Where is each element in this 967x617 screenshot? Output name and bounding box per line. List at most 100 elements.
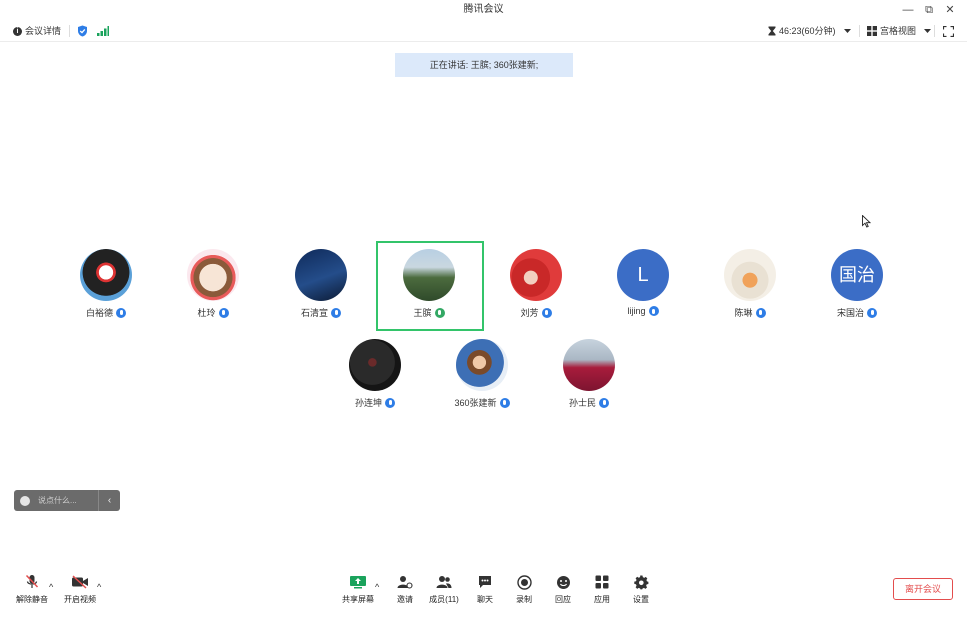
microphone-icon — [867, 307, 877, 318]
video-off-icon — [72, 575, 88, 589]
avatar — [563, 339, 615, 391]
shield-icon — [78, 25, 87, 37]
chat-input-box[interactable]: 说点什么... ‹ — [14, 490, 120, 511]
fullscreen-button[interactable] — [943, 20, 954, 42]
participant-tile[interactable]: L lijing — [590, 242, 696, 332]
apps-grid-icon — [595, 575, 609, 589]
fullscreen-icon — [943, 25, 954, 37]
meeting-toolbar: i 会议详情 46:23(60分钟) 宫格视图 — [0, 20, 967, 42]
settings-button[interactable]: 设置 — [621, 572, 661, 606]
start-video-label: 开启视频 — [64, 595, 96, 604]
hourglass-icon — [768, 26, 776, 36]
participant-tile[interactable]: 刘芳 — [483, 242, 589, 332]
minimize-button[interactable]: — — [899, 0, 917, 20]
window-title: 腾讯会议 — [463, 4, 504, 15]
participant-name: 白裕德 — [85, 308, 113, 318]
signal-bars-icon — [97, 26, 109, 36]
record-button[interactable]: 录制 — [504, 572, 544, 606]
active-speakers-banner: 正在讲话: 王膑; 360张建新; — [395, 53, 573, 77]
participant-name: 宋国治 — [836, 308, 864, 318]
avatar — [295, 249, 347, 301]
chat-placeholder[interactable]: 说点什么... — [38, 495, 77, 506]
participant-name: 杜玲 — [197, 308, 216, 318]
microphone-icon — [331, 307, 341, 318]
share-screen-button[interactable]: 共享屏幕 — [338, 572, 378, 606]
participant-tile[interactable]: 石清宣 — [268, 242, 374, 332]
divider — [859, 25, 860, 37]
members-button[interactable]: 成员(11) — [424, 572, 464, 606]
apps-button[interactable]: 应用 — [582, 572, 622, 606]
participant-tile[interactable]: 360张建新 — [429, 332, 535, 422]
grid-view-icon — [867, 26, 877, 36]
chat-bubble-icon — [479, 576, 491, 588]
close-button[interactable]: ✕ — [941, 0, 959, 20]
share-screen-icon — [350, 576, 366, 589]
unmute-label: 解除静音 — [16, 595, 48, 604]
avatar-initial: L — [617, 249, 669, 301]
avatar — [510, 249, 562, 301]
avatar — [80, 249, 132, 301]
info-icon: i — [13, 26, 22, 36]
network-signal-indicator[interactable] — [97, 20, 109, 42]
participant-tile[interactable]: 陈琳 — [697, 242, 803, 332]
members-icon — [436, 576, 452, 588]
security-shield-button[interactable] — [77, 20, 88, 42]
view-mode-label: 宫格视图 — [880, 26, 917, 36]
participant-name: 陈琳 — [734, 308, 753, 318]
participant-name: 360张建新 — [454, 398, 497, 408]
record-icon — [516, 574, 532, 590]
gear-icon — [633, 574, 648, 589]
start-video-button[interactable]: 开启视频 — [60, 572, 100, 606]
invite-button[interactable]: 邀请 — [385, 572, 425, 606]
divider — [934, 25, 935, 37]
divider — [69, 25, 70, 37]
record-label: 录制 — [516, 595, 532, 604]
microphone-icon — [499, 397, 510, 408]
emoji-icon[interactable] — [20, 495, 30, 506]
leave-meeting-button[interactable]: 离开会议 — [893, 578, 953, 600]
audio-options-caret[interactable]: ^ — [49, 582, 53, 592]
participant-tile-active[interactable]: 王膑 — [376, 242, 482, 332]
microphone-icon — [599, 397, 609, 408]
meeting-timer[interactable]: 46:23(60分钟) — [768, 20, 852, 42]
microphone-muted-icon — [25, 574, 39, 588]
avatar — [187, 249, 239, 301]
dropdown-arrow-icon — [843, 29, 851, 33]
microphone-icon — [116, 307, 126, 318]
microphone-icon — [648, 306, 659, 316]
chat-button[interactable]: 聊天 — [465, 572, 505, 606]
avatar — [349, 339, 401, 391]
unmute-button[interactable]: 解除静音 — [12, 572, 52, 606]
share-options-caret[interactable]: ^ — [375, 582, 379, 592]
participant-tile[interactable]: 孙连坤 — [322, 332, 428, 422]
view-mode-dropdown[interactable]: 宫格视图 — [867, 20, 932, 42]
reactions-label: 回应 — [555, 595, 571, 604]
mouse-cursor-icon — [862, 215, 871, 228]
microphone-icon — [541, 307, 552, 318]
invite-user-icon — [397, 576, 413, 589]
meeting-details-label: 会议详情 — [25, 26, 62, 36]
participant-name: lijing — [627, 306, 646, 316]
microphone-speaking-icon — [434, 307, 445, 318]
settings-label: 设置 — [633, 595, 649, 604]
participant-name: 孙士民 — [568, 398, 596, 408]
share-screen-label: 共享屏幕 — [342, 595, 374, 604]
reaction-icon — [556, 575, 570, 589]
video-options-caret[interactable]: ^ — [97, 582, 101, 592]
participant-tile[interactable]: 白裕德 — [53, 242, 159, 332]
participant-name: 石清宣 — [300, 308, 328, 318]
participant-tile[interactable]: 孙士民 — [536, 332, 642, 422]
restore-button[interactable]: ⧉ — [920, 0, 938, 20]
timer-text: 46:23(60分钟) — [779, 26, 836, 36]
apps-label: 应用 — [594, 595, 610, 604]
participant-tile[interactable]: 国治 宋国治 — [804, 242, 910, 332]
participant-name: 王膑 — [413, 308, 432, 318]
members-label: 成员(11) — [429, 595, 459, 604]
microphone-icon — [218, 307, 229, 318]
reactions-button[interactable]: 回应 — [543, 572, 583, 606]
participant-name: 孙连坤 — [354, 398, 382, 408]
participant-name: 刘芳 — [520, 308, 539, 318]
participant-tile[interactable]: 杜玲 — [160, 242, 266, 332]
meeting-details-button[interactable]: i 会议详情 — [13, 20, 61, 42]
collapse-chat-button[interactable]: ‹ — [98, 490, 120, 511]
